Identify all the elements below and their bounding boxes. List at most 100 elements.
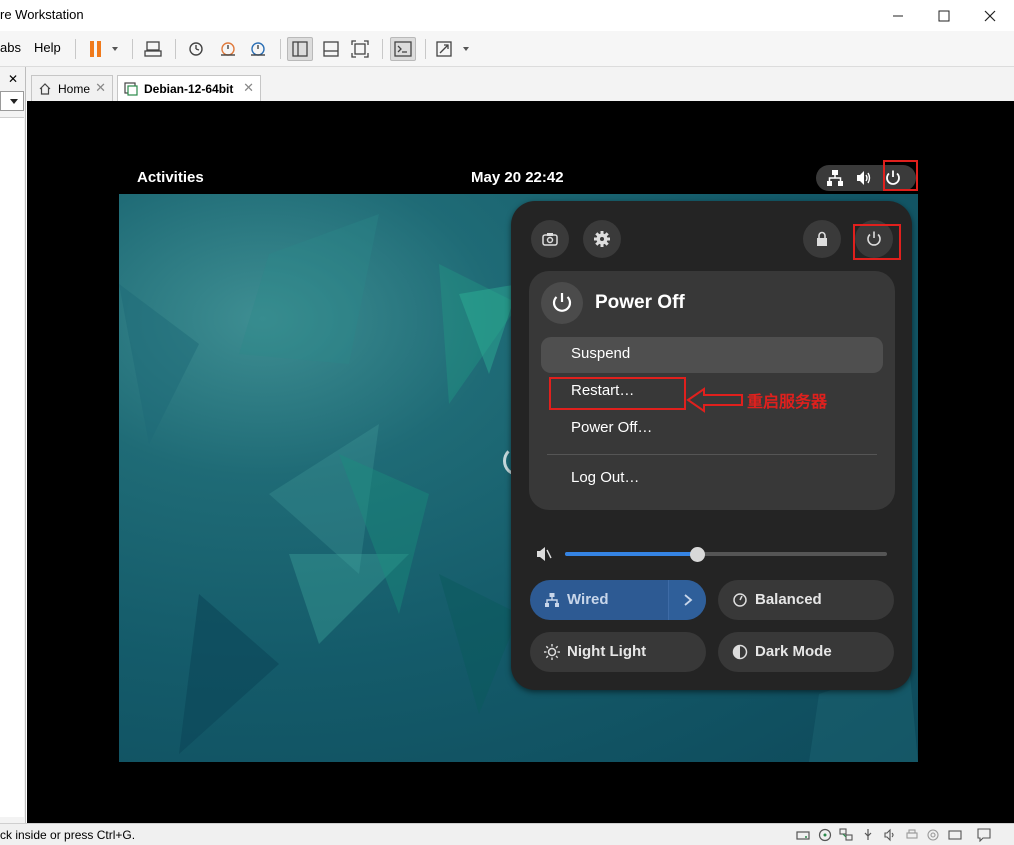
tab-close-icon[interactable]: ✕: [95, 80, 106, 96]
gear-icon: [594, 231, 610, 247]
snapshot-button[interactable]: [183, 37, 209, 61]
toggle-label: Night Light: [567, 643, 647, 660]
volume-muted-icon[interactable]: [535, 545, 553, 563]
printer-icon[interactable]: [905, 828, 919, 842]
tab-home[interactable]: Home ✕: [31, 75, 113, 101]
window-title: re Workstation: [0, 7, 84, 22]
close-button[interactable]: [967, 0, 1013, 31]
menu-item-label: Log Out…: [571, 469, 640, 486]
thumbnail-bar-icon: [323, 41, 339, 57]
library-tree[interactable]: [0, 117, 24, 817]
highlight-box-power-button: [853, 224, 901, 260]
annotation-arrow-icon: [686, 387, 743, 413]
send-keys-icon: [144, 41, 162, 57]
camera-icon: [542, 233, 558, 246]
power-mode-toggle[interactable]: Balanced: [718, 580, 894, 620]
revert-snapshot-button[interactable]: [215, 37, 241, 61]
hard-disk-icon[interactable]: [796, 828, 810, 842]
power-off-title-icon: [541, 282, 583, 324]
network-wired-icon: [545, 593, 559, 607]
volume-icon: [857, 171, 871, 185]
camera-device-icon[interactable]: [926, 828, 940, 842]
volume-slider-fill: [565, 552, 698, 556]
power-profile-icon: [733, 593, 747, 607]
console-icon: [394, 41, 412, 57]
network-adapter-icon[interactable]: [839, 828, 853, 842]
menu-item-label: Suspend: [571, 345, 631, 362]
send-keys-button[interactable]: [140, 37, 166, 61]
minimize-icon: [893, 15, 903, 16]
full-screen-button[interactable]: [347, 37, 373, 61]
revert-snapshot-icon: [221, 42, 235, 56]
suspend-item[interactable]: Suspend: [541, 337, 883, 373]
usb-controller-icon[interactable]: [861, 828, 875, 842]
toolbar-separator: [425, 39, 426, 59]
pause-button[interactable]: [83, 37, 123, 61]
tab-label: Home: [58, 81, 91, 96]
volume-slider[interactable]: [565, 552, 887, 556]
network-wired-icon: [827, 170, 843, 186]
snapshot-manager-icon: [251, 42, 265, 56]
console-view-button[interactable]: [390, 37, 416, 61]
screenshot-button[interactable]: [531, 220, 569, 258]
clock[interactable]: May 20 22:42: [471, 169, 564, 186]
toolbar-separator: [132, 39, 133, 59]
annotation-label: 重启服务器: [747, 392, 828, 411]
highlight-box-restart: [549, 377, 686, 410]
stretch-icon: [436, 41, 469, 57]
stretch-button[interactable]: [433, 37, 473, 61]
status-message: ck inside or press Ctrl+G.: [0, 828, 136, 842]
power-icon: [552, 293, 572, 312]
home-icon: [38, 82, 52, 96]
activities-button[interactable]: Activities: [137, 169, 204, 186]
thumbnail-bar-button[interactable]: [318, 37, 344, 61]
toggle-label: Wired: [567, 591, 609, 608]
toolbar-separator: [382, 39, 383, 59]
close-icon: [984, 10, 996, 21]
library-search-combo[interactable]: [0, 91, 24, 111]
snapshot-manager-button[interactable]: [245, 37, 271, 61]
minimize-button[interactable]: [875, 0, 921, 31]
show-library-button[interactable]: [287, 37, 313, 61]
library-panel: ✕: [0, 67, 26, 823]
night-light-toggle[interactable]: Night Light: [530, 632, 706, 672]
maximize-icon: [938, 10, 950, 21]
settings-button[interactable]: [583, 220, 621, 258]
tab-close-icon[interactable]: ✕: [243, 80, 254, 96]
night-light-icon: [544, 644, 560, 660]
menu-tabs[interactable]: abs: [0, 40, 21, 55]
main-toolbar: abs Help: [0, 31, 1014, 67]
display-icon[interactable]: [948, 828, 962, 842]
library-close-icon[interactable]: ✕: [8, 72, 18, 86]
gnome-top-bar: Activities May 20 22:42: [119, 163, 918, 194]
volume-slider-handle[interactable]: [690, 547, 706, 562]
toggle-label: Dark Mode: [755, 643, 832, 660]
highlight-box-power-status: [883, 160, 918, 191]
cd-dvd-icon[interactable]: [818, 828, 832, 842]
message-log-icon[interactable]: [977, 828, 991, 842]
menu-divider: [547, 454, 877, 455]
window-titlebar: re Workstation: [0, 0, 1014, 31]
tab-bar: Home ✕ Debian-12-64bit ✕: [26, 67, 1014, 102]
full-screen-icon: [351, 40, 369, 58]
maximize-button[interactable]: [921, 0, 967, 31]
tab-debian[interactable]: Debian-12-64bit ✕: [117, 75, 261, 102]
menu-item-label: Power Off…: [571, 419, 653, 436]
sound-card-icon[interactable]: [883, 828, 897, 842]
pause-icon: [90, 41, 118, 57]
lock-button[interactable]: [803, 220, 841, 258]
status-bar: ck inside or press Ctrl+G.: [0, 823, 1014, 845]
lock-icon: [817, 231, 827, 246]
toolbar-separator: [175, 39, 176, 59]
menu-help[interactable]: Help: [34, 40, 61, 55]
power-off-item[interactable]: Power Off…: [541, 411, 883, 447]
vm-icon: [124, 82, 138, 96]
chevron-right-icon: [683, 594, 692, 606]
library-icon: [292, 41, 308, 57]
dark-mode-icon: [732, 644, 748, 660]
dark-mode-toggle[interactable]: Dark Mode: [718, 632, 894, 672]
wired-toggle[interactable]: Wired: [530, 580, 706, 620]
log-out-item[interactable]: Log Out…: [541, 461, 883, 497]
power-off-title: Power Off: [595, 292, 685, 313]
tab-label: Debian-12-64bit: [144, 82, 234, 96]
